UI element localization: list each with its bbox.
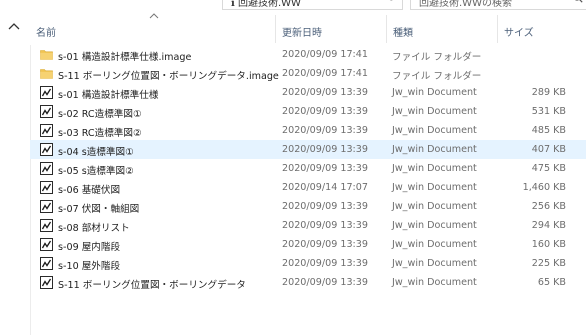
jw-document-icon: [40, 257, 53, 270]
file-name: s-10 屋外階段: [58, 261, 121, 272]
file-row[interactable]: S-11 ボーリング位置図・ボーリングデータ 2020/09/09 13:39 Jw…: [30, 273, 586, 292]
file-type: Jw_win Document: [392, 258, 477, 269]
jw-document-icon: [40, 276, 53, 289]
file-date: 2020/09/09 17:41: [282, 49, 368, 60]
chevron-up-icon[interactable]: [7, 21, 21, 31]
column-type[interactable]: 種類: [387, 11, 497, 45]
file-type: Jw_win Document: [392, 220, 477, 231]
file-date: 2020/09/09 13:39: [282, 201, 368, 212]
column-header: 名前 更新日時 種類 サイズ: [30, 11, 586, 45]
file-size: 1,460 KB: [522, 182, 566, 193]
file-date: 2020/09/09 13:39: [282, 144, 368, 155]
file-row[interactable]: S-11 ボーリング位置図・ボーリングデータ.image 2020/09/09 1…: [30, 64, 586, 83]
column-date[interactable]: 更新日時: [276, 11, 386, 45]
refresh-button[interactable]: ↻: [382, 0, 403, 10]
column-size[interactable]: サイズ: [498, 11, 586, 45]
file-size: 65 KB: [537, 277, 566, 288]
jw-document-icon: [40, 105, 53, 118]
file-row[interactable]: s-01 構造設計標準仕様.image 2020/09/09 17:41 ファイル …: [30, 45, 586, 64]
search-placeholder: 回避技術.WWの検索: [419, 0, 512, 9]
jw-document-icon: [40, 86, 53, 99]
jw-document-icon: [40, 162, 53, 175]
file-date: 2020/09/09 13:39: [282, 106, 368, 117]
folder-icon: [40, 50, 53, 60]
search-icon: [575, 0, 583, 3]
column-size-label: サイズ: [504, 28, 534, 39]
file-type: Jw_win Document: [392, 239, 477, 250]
file-date: 2020/09/09 13:39: [282, 87, 368, 98]
jw-document-icon: [40, 238, 53, 251]
file-name: s-02 RC造標準図①: [58, 109, 142, 120]
address-bar[interactable]: ℹ 回避技術.WW: [222, 0, 384, 10]
file-row[interactable]: s-07 伏図・軸組図 2020/09/09 13:39 Jw_win Docume…: [30, 197, 586, 216]
navigation-pane[interactable]: [0, 11, 31, 335]
file-row[interactable]: s-01 構造設計標準仕様 2020/09/09 13:39 Jw_win Docu…: [30, 83, 586, 102]
file-name: s-08 部材リスト: [58, 223, 130, 234]
file-name: s-03 RC造標準図②: [58, 128, 142, 139]
file-name: s-06 基礎伏図: [58, 185, 121, 196]
file-date: 2020/09/09 13:39: [282, 125, 368, 136]
file-type: Jw_win Document: [392, 201, 477, 212]
file-row[interactable]: s-09 屋内階段 2020/09/09 13:39 Jw_win Document…: [30, 235, 586, 254]
file-row[interactable]: s-05 s造標準図② 2020/09/09 13:39 Jw_win Docume…: [30, 159, 586, 178]
column-name-label: 名前: [36, 28, 56, 39]
file-name: s-01 構造設計標準仕様.image: [58, 52, 192, 63]
file-name: s-05 s造標準図②: [58, 166, 134, 177]
file-size: 294 KB: [531, 220, 566, 231]
file-row[interactable]: s-04 s造標準図① 2020/09/09 13:39 Jw_win Docume…: [30, 140, 586, 159]
jw-document-icon: [40, 200, 53, 213]
file-date: 2020/09/09 13:39: [282, 220, 368, 231]
file-type: Jw_win Document: [392, 125, 477, 136]
jw-document-icon: [40, 124, 53, 137]
file-row[interactable]: s-10 屋外階段 2020/09/09 13:39 Jw_win Document…: [30, 254, 586, 273]
file-row[interactable]: s-03 RC造標準図② 2020/09/09 13:39 Jw_win Docum…: [30, 121, 586, 140]
file-row[interactable]: s-08 部材リスト 2020/09/09 13:39 Jw_win Documen…: [30, 216, 586, 235]
file-type: Jw_win Document: [392, 106, 477, 117]
file-name: s-04 s造標準図①: [58, 147, 134, 158]
jw-document-icon: [40, 143, 53, 156]
file-size: 485 KB: [531, 125, 566, 136]
file-type: Jw_win Document: [392, 144, 477, 155]
file-type: Jw_win Document: [392, 163, 477, 174]
column-date-label: 更新日時: [282, 28, 322, 39]
file-name: S-11 ボーリング位置図・ボーリングデータ.image: [58, 71, 279, 82]
file-size: 160 KB: [531, 239, 566, 250]
refresh-icon: ↻: [387, 0, 395, 4]
address-text: ℹ 回避技術.WW: [231, 0, 301, 9]
file-type: Jw_win Document: [392, 87, 477, 98]
file-date: 2020/09/09 17:41: [282, 68, 368, 79]
file-size: 475 KB: [531, 163, 566, 174]
file-size: 531 KB: [531, 106, 566, 117]
file-type: ファイル フォルダー: [392, 71, 482, 82]
column-name[interactable]: 名前: [30, 11, 275, 45]
file-size: 289 KB: [531, 87, 566, 98]
file-type: Jw_win Document: [392, 182, 477, 193]
file-date: 2020/09/09 13:39: [282, 239, 368, 250]
file-date: 2020/09/09 13:39: [282, 258, 368, 269]
file-date: 2020/09/09 13:39: [282, 163, 368, 174]
jw-document-icon: [40, 219, 53, 232]
file-size: 225 KB: [531, 258, 566, 269]
file-name: S-11 ボーリング位置図・ボーリングデータ: [58, 280, 246, 291]
jw-document-icon: [40, 181, 53, 194]
top-toolbar: ℹ 回避技術.WW ↻ 回避技術.WWの検索: [0, 0, 586, 11]
file-row[interactable]: s-06 基礎伏図 2020/09/14 17:07 Jw_win Document…: [30, 178, 586, 197]
file-type: ファイル フォルダー: [392, 52, 482, 63]
file-type: Jw_win Document: [392, 277, 477, 288]
file-row[interactable]: s-02 RC造標準図① 2020/09/09 13:39 Jw_win Docum…: [30, 102, 586, 121]
column-type-label: 種類: [393, 28, 413, 39]
file-size: 407 KB: [531, 144, 566, 155]
folder-icon: [40, 69, 53, 79]
file-name: s-09 屋内階段: [58, 242, 121, 253]
file-name: s-07 伏図・軸組図: [58, 204, 140, 215]
file-size: 256 KB: [531, 201, 566, 212]
file-date: 2020/09/09 13:39: [282, 277, 368, 288]
file-name: s-01 構造設計標準仕様: [58, 90, 159, 101]
search-box[interactable]: 回避技術.WWの検索: [410, 0, 586, 10]
file-date: 2020/09/14 17:07: [282, 182, 368, 193]
sort-ascending-icon: [149, 13, 159, 19]
